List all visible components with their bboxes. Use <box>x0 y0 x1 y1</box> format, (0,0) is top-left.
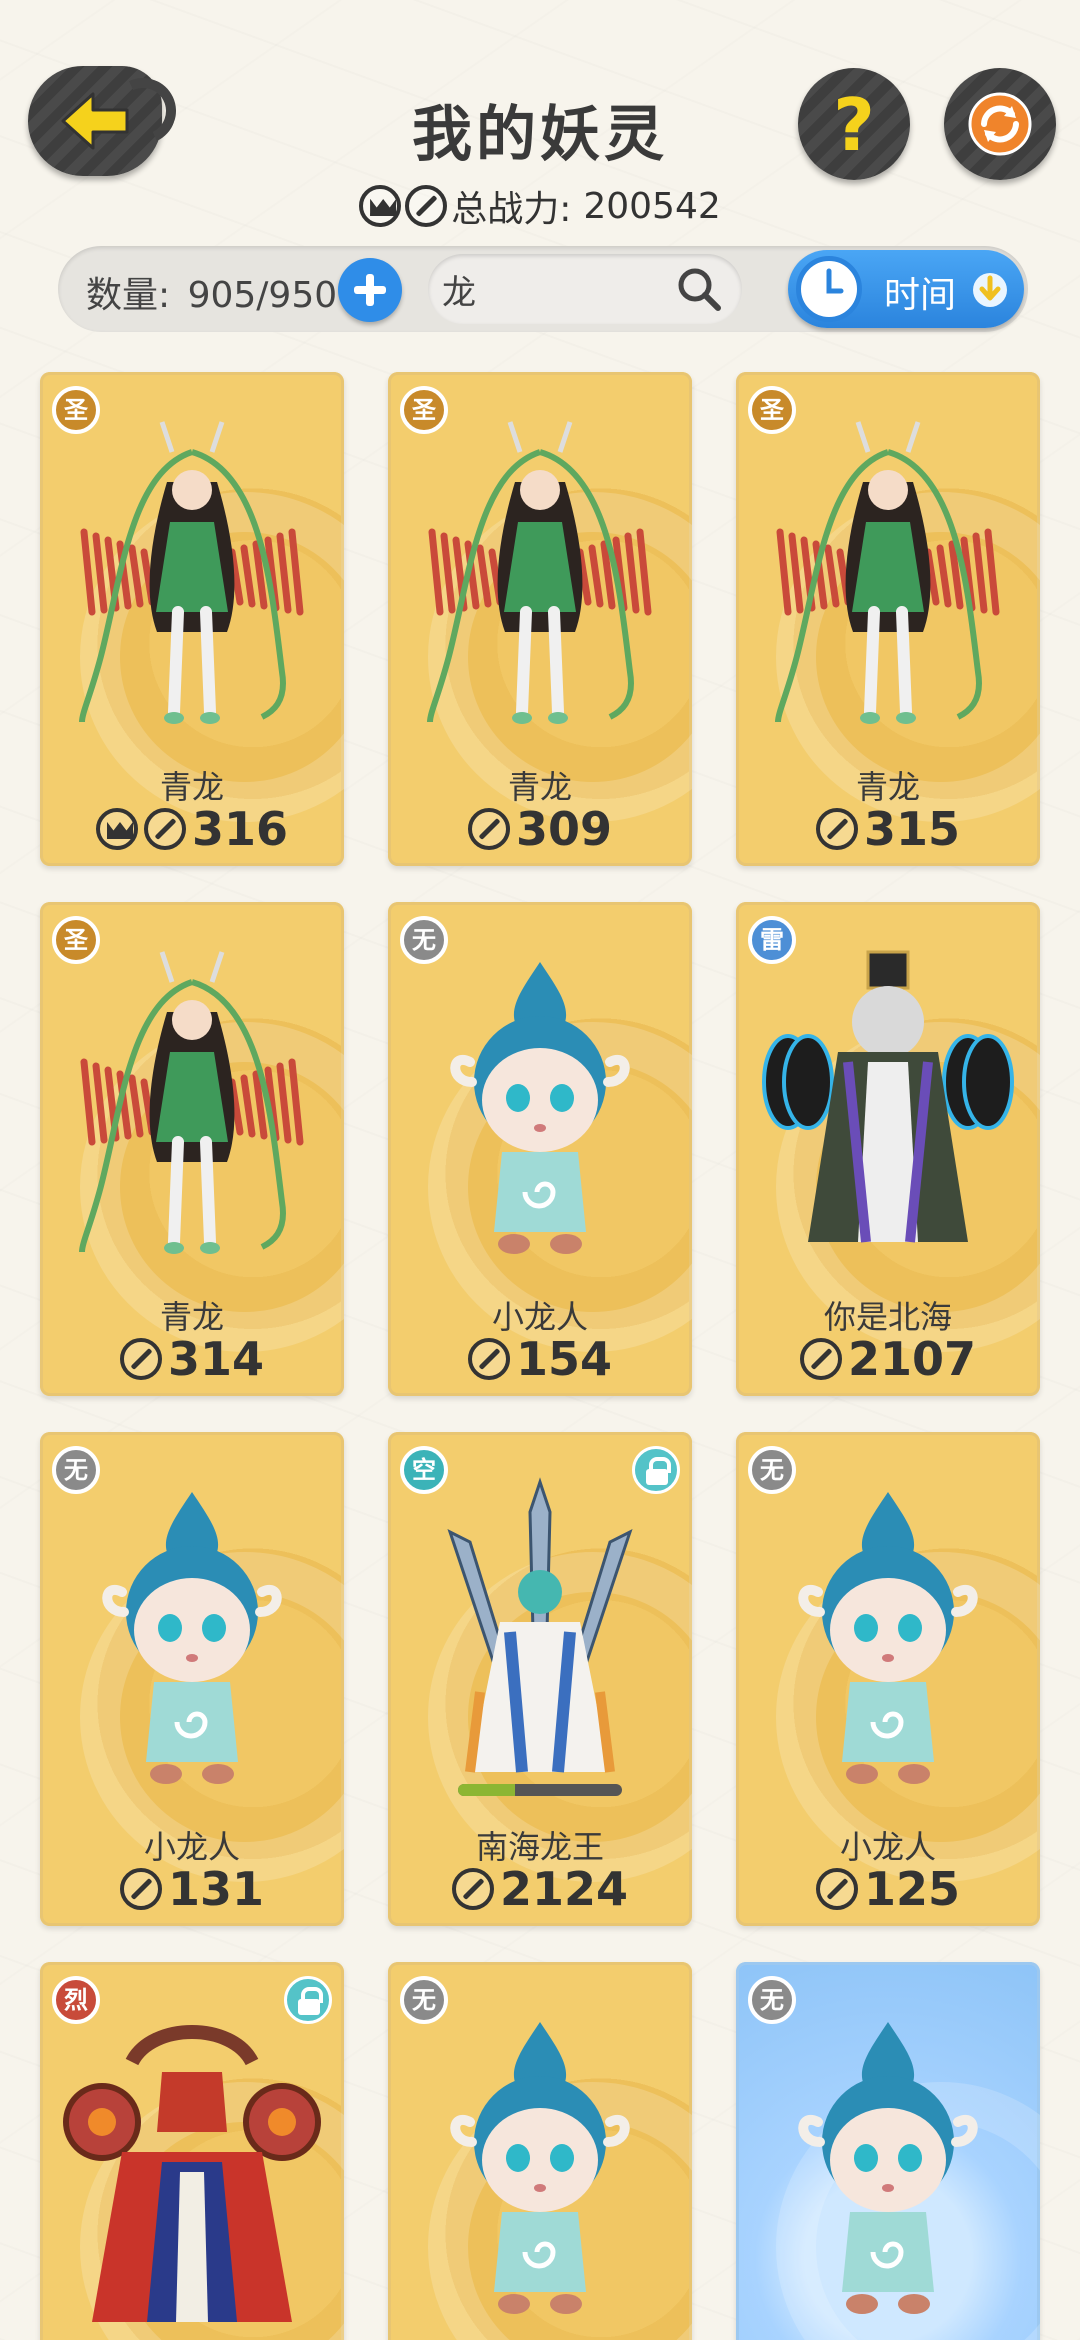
page-title: 我的妖灵 <box>412 100 668 170</box>
spirit-power: 131 <box>40 1862 344 1916</box>
spirit-figure-image <box>758 1472 1018 1812</box>
sword-icon <box>815 1868 858 1910</box>
power-value: 2107 <box>847 1332 977 1386</box>
spirit-card[interactable]: 烈 <box>40 1962 344 2340</box>
add-capacity-button[interactable] <box>338 258 402 322</box>
sword-icon <box>815 808 858 850</box>
spirit-card[interactable]: 无 <box>736 1962 1040 2340</box>
spirit-figure-image <box>410 1472 670 1812</box>
sword-icon <box>119 1868 162 1910</box>
total-power-label: 总战力: <box>451 189 572 230</box>
crown-icon <box>359 185 402 227</box>
spirit-card[interactable]: 圣 青龙 314 <box>40 902 344 1396</box>
spirit-figure-image <box>410 2002 670 2340</box>
spirit-card[interactable]: 无 小龙人 154 <box>388 902 692 1396</box>
power-value: 131 <box>167 1862 265 1916</box>
clock-icon <box>796 256 862 322</box>
sword-icon <box>451 1868 494 1910</box>
sword-icon <box>467 1338 510 1380</box>
spirit-card[interactable]: 无 <box>388 1962 692 2340</box>
progress-bar <box>458 1784 622 1796</box>
search-box[interactable] <box>428 254 742 324</box>
spirit-figure-image <box>758 412 1018 752</box>
spirit-card[interactable]: 圣 青龙 309 <box>388 372 692 866</box>
power-value: 314 <box>167 1332 265 1386</box>
power-value: 2124 <box>499 1862 629 1916</box>
spirit-power: 314 <box>40 1332 344 1386</box>
count-label: 数量: <box>86 275 171 316</box>
spirit-figure-image <box>410 942 670 1282</box>
help-button[interactable]: ? <box>798 68 910 180</box>
spirit-card[interactable]: 无 小龙人 125 <box>736 1432 1040 1926</box>
toolbar: 数量: 905/950 时间 <box>58 246 1028 332</box>
search-input[interactable] <box>442 264 662 314</box>
spirit-figure-image <box>758 2002 1018 2340</box>
total-power-line: 总战力: 200542 <box>0 180 1080 232</box>
spirit-figure-image <box>410 412 670 752</box>
spirit-figure-image <box>62 1472 322 1812</box>
spirit-power: 309 <box>388 802 692 856</box>
sword-icon <box>467 808 510 850</box>
sort-label: 时间 <box>884 275 957 316</box>
spirit-card[interactable]: 空 南海龙王 2124 <box>388 1432 692 1926</box>
sort-by-time-button[interactable]: 时间 <box>788 250 1024 328</box>
sword-icon <box>143 808 186 850</box>
sort-down-arrow-icon <box>973 273 1007 307</box>
spirit-figure-image <box>62 942 322 1282</box>
spirit-power: 125 <box>736 1862 1040 1916</box>
total-power-value: 200542 <box>583 185 721 227</box>
power-value: 154 <box>515 1332 613 1386</box>
spirit-figure-image <box>62 412 322 752</box>
power-value: 309 <box>515 802 613 856</box>
sword-icon <box>405 185 448 227</box>
sword-icon <box>799 1338 842 1380</box>
power-value: 316 <box>191 802 289 856</box>
spirit-figure-image <box>62 2002 322 2340</box>
spirit-figure-image <box>758 942 1018 1282</box>
spirit-power: 2107 <box>736 1332 1040 1386</box>
spirit-card[interactable]: 无 小龙人 131 <box>40 1432 344 1926</box>
svg-text:?: ? <box>833 86 875 162</box>
count-value: 905/950 <box>187 275 338 316</box>
spirit-card[interactable]: 圣 青龙 315 <box>736 372 1040 866</box>
spirit-card[interactable]: 雷 你是北海 2107 <box>736 902 1040 1396</box>
spirit-count: 数量: 905/950 <box>86 266 337 318</box>
search-icon[interactable] <box>674 264 724 314</box>
power-value: 125 <box>863 1862 961 1916</box>
spirit-power: 154 <box>388 1332 692 1386</box>
question-mark-icon: ? <box>833 86 875 162</box>
spirit-power: 315 <box>736 802 1040 856</box>
sword-icon <box>119 1338 162 1380</box>
power-value: 315 <box>863 802 961 856</box>
spirit-card[interactable]: 圣 青龙 316 <box>40 372 344 866</box>
spirit-power: 2124 <box>388 1862 692 1916</box>
crown-icon <box>95 808 138 850</box>
swap-cycle-icon <box>968 92 1032 156</box>
spirit-power: 316 <box>40 802 344 856</box>
swap-button[interactable] <box>944 68 1056 180</box>
